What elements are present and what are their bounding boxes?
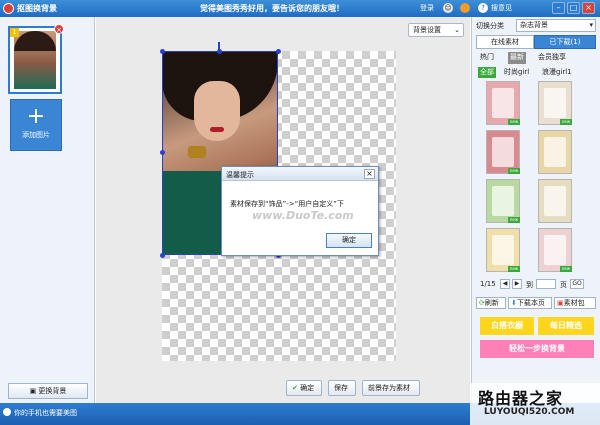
confirm-label: 确定 — [300, 384, 315, 392]
resize-handle-bl[interactable] — [160, 253, 165, 258]
material-tile[interactable]: new — [538, 228, 572, 272]
refresh-button[interactable]: ⟳刷新 — [476, 297, 506, 309]
page-info: 1/15 — [480, 280, 496, 288]
image-thumbnail[interactable]: 1 × — [8, 24, 64, 94]
background-settings-dropdown[interactable]: 背景设置 ⌄ — [408, 23, 464, 37]
close-icon[interactable]: × — [582, 2, 595, 14]
filter-romantic-girl[interactable]: 浪漫girl1 — [540, 67, 574, 78]
add-image-button[interactable]: + 添加图片 — [10, 99, 62, 151]
download-page-button[interactable]: ⬇下载本页 — [508, 297, 552, 309]
add-image-label: 添加图片 — [22, 131, 50, 139]
right-panel: 切换分类 杂志背景 ▾ 在线素材 已下载(1) 热门 最新 会员独享 全部 时尚… — [471, 17, 600, 403]
dialog-header: 温馨提示 × — [222, 167, 378, 181]
page-suffix: 页 — [560, 281, 567, 289]
material-tile[interactable] — [538, 179, 572, 223]
user-icon[interactable]: ☺ — [443, 3, 453, 13]
material-preview — [544, 186, 566, 216]
dialog-close-icon[interactable]: × — [364, 169, 375, 179]
dialog-title: 温馨提示 — [226, 171, 254, 179]
download-page-label: 下载本页 — [516, 299, 545, 307]
slogan-link[interactable]: 觉得美图秀秀好用，要告诉您的朋友哦！ — [200, 3, 344, 14]
change-background-button[interactable]: ▣ 更换背景 — [8, 383, 88, 399]
material-tile[interactable]: new — [486, 228, 520, 272]
material-preview — [544, 235, 566, 265]
refresh-label: 刷新 — [484, 299, 499, 307]
remove-thumbnail-icon[interactable]: × — [54, 24, 64, 34]
material-tile[interactable]: new — [486, 81, 520, 125]
material-tile[interactable] — [538, 130, 572, 174]
dialog-ok-button[interactable]: 确定 — [326, 233, 372, 248]
new-badge: new — [508, 266, 520, 272]
watermark-text: www.DuoTe.com — [252, 209, 354, 222]
next-page-button[interactable]: ▶ — [512, 279, 522, 289]
thumbnail-number-badge: 1 — [10, 28, 19, 37]
new-badge: new — [560, 119, 572, 125]
material-pack-label: 素材包 — [563, 299, 585, 307]
dialog-message: 素材保存到“饰品”->“用户自定义”下 — [230, 200, 344, 208]
goto-label: 到 — [526, 281, 533, 289]
material-preview — [492, 186, 514, 216]
minimize-icon[interactable]: – — [552, 2, 565, 14]
material-preview — [492, 235, 514, 265]
check-icon: ✔ — [292, 384, 301, 392]
prev-page-button[interactable]: ◀ — [500, 279, 510, 289]
material-preview — [544, 137, 566, 167]
tab-downloaded[interactable]: 已下载(1) — [534, 35, 596, 49]
subtab-hot[interactable]: 热门 — [478, 52, 496, 64]
site-name: 路由器之家 — [478, 389, 564, 408]
rotate-handle-icon[interactable] — [218, 42, 220, 50]
status-text[interactable]: 你的手机也需要美图 — [14, 408, 77, 418]
site-watermark: 路由器之家 LUYOUQI520.COM — [470, 383, 600, 425]
material-preview — [492, 137, 514, 167]
app-logo-icon — [3, 3, 14, 14]
resize-handle-left[interactable] — [160, 150, 165, 155]
subtab-newest[interactable]: 最新 — [508, 52, 526, 64]
material-tile[interactable]: new — [538, 81, 572, 125]
feedback-link[interactable]: 搜意见 — [491, 3, 512, 13]
new-badge: new — [508, 217, 520, 223]
confirm-button[interactable]: ✔ 确定 — [286, 380, 322, 396]
pack-icon: ▣ — [557, 299, 564, 307]
change-background-label: 更换背景 — [38, 387, 67, 395]
feedback-icon[interactable]: ? — [478, 3, 488, 13]
promo-wardrobe[interactable]: 白搭衣橱 — [480, 317, 534, 335]
category-select[interactable]: 杂志背景 ▾ — [516, 19, 596, 32]
go-button[interactable]: GO — [570, 279, 584, 289]
app-title: 抠图换背景 — [17, 4, 57, 13]
login-link[interactable]: 登录 — [420, 3, 434, 13]
material-tile[interactable]: new — [486, 179, 520, 223]
material-pack-button[interactable]: ▣素材包 — [554, 297, 596, 309]
subtab-member[interactable]: 会员独享 — [536, 52, 568, 64]
tab-online-material[interactable]: 在线素材 — [476, 35, 534, 49]
filter-fashion-girl[interactable]: 时尚girl — [502, 67, 531, 78]
plus-icon: + — [26, 104, 46, 129]
new-badge: new — [508, 168, 520, 174]
tip-dialog: 温馨提示 × 素材保存到“饰品”->“用户自定义”下 www.DuoTe.com… — [221, 166, 379, 256]
save-button[interactable]: 保存 — [328, 380, 356, 396]
page-number-input[interactable] — [536, 279, 556, 289]
promo-daily-pick[interactable]: 每日精选 — [538, 317, 594, 335]
new-badge: new — [508, 119, 520, 125]
filter-all[interactable]: 全部 — [478, 67, 496, 78]
speaker-icon — [3, 408, 11, 416]
resize-handle-tl[interactable] — [160, 49, 165, 54]
promo-change-bg[interactable]: 轻松一步换背景 — [480, 340, 594, 358]
maximize-icon[interactable]: □ — [567, 2, 580, 14]
background-settings-label: 背景设置 — [413, 26, 441, 34]
chevron-down-icon: ▾ — [589, 21, 593, 29]
material-preview — [544, 88, 566, 118]
skin-icon[interactable] — [460, 3, 470, 13]
resize-handle-tr[interactable] — [276, 49, 281, 54]
save-foreground-button[interactable]: 前景存为素材 — [362, 380, 420, 396]
material-tile[interactable]: new — [486, 130, 520, 174]
left-panel: 1 × + 添加图片 ▣ 更换背景 — [0, 17, 95, 403]
new-badge: new — [560, 266, 572, 272]
material-preview — [492, 88, 514, 118]
title-bar: 抠图换背景 觉得美图秀秀好用，要告诉您的朋友哦！ 登录 ☺ ? 搜意见 – □ … — [0, 0, 600, 17]
category-label: 切换分类 — [476, 22, 504, 30]
site-url: LUYOUQI520.COM — [484, 407, 575, 417]
chevron-down-icon: ⌄ — [454, 26, 460, 34]
category-value: 杂志背景 — [520, 21, 548, 29]
